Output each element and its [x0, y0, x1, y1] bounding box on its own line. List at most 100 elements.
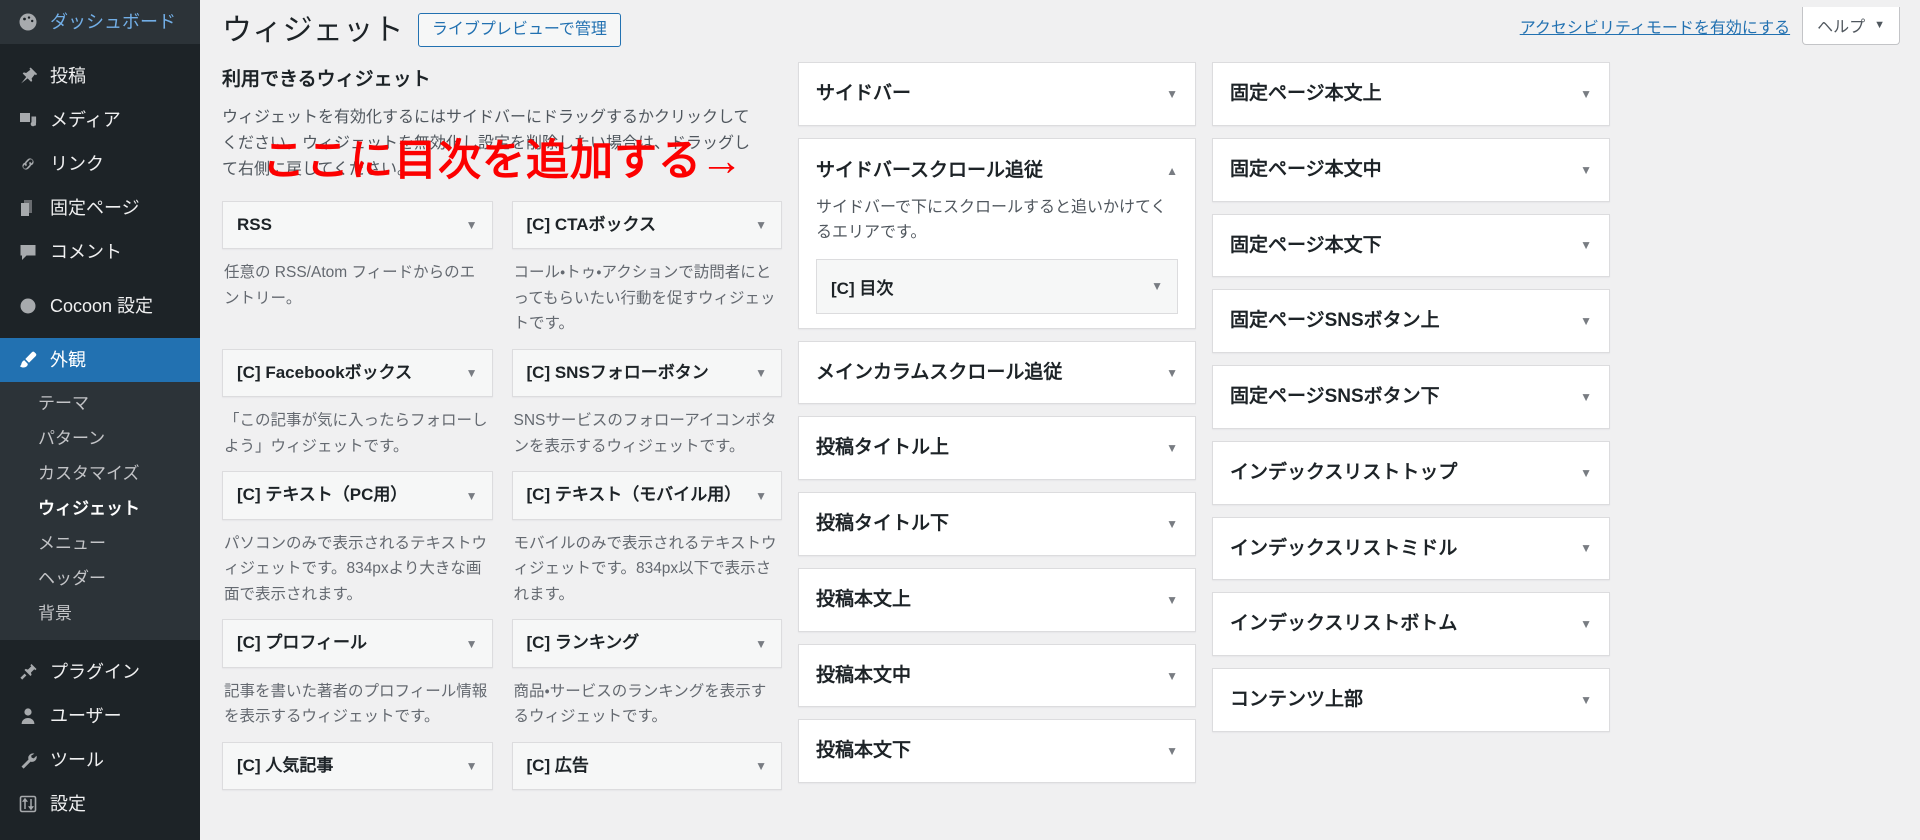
chevron-down-icon[interactable]: ▼	[1580, 239, 1592, 251]
submenu-item-3[interactable]: カスタマイズ	[0, 457, 200, 492]
chevron-down-icon[interactable]: ▼	[1580, 391, 1592, 403]
widget-area-right-panel-header[interactable]: インデックスリストトップ ▼	[1213, 442, 1609, 504]
menu-label: Cocoon 設定	[50, 296, 154, 316]
widget-description: 記事を書いた著者のプロフィール情報を表示するウィジェットです。	[224, 682, 488, 726]
available-widget-cell: [C] 人気記事 ▼	[222, 741, 493, 791]
widget-description: モバイルのみで表示されるテキストウィジェットです。834px以下で表示されます。	[513, 534, 777, 603]
submenu-item-1[interactable]: テーマ	[0, 387, 200, 422]
chevron-down-icon[interactable]: ▼	[466, 759, 478, 773]
chevron-down-icon[interactable]: ▼	[1166, 367, 1178, 379]
widget-area-middle-panel-header[interactable]: メインカラムスクロール追従 ▼	[799, 342, 1195, 404]
help-toggle-button[interactable]: ヘルプ ▼	[1802, 7, 1900, 45]
sidebar-item-bottom-1[interactable]: プラグイン	[0, 650, 200, 694]
widget-area-middle-panel-header[interactable]: 投稿タイトル上 ▼	[799, 417, 1195, 479]
available-widget-7[interactable]: [C] プロフィール ▼	[222, 619, 493, 668]
chevron-down-icon[interactable]: ▼	[1166, 594, 1178, 606]
available-widget-cell: [C] テキスト（PC用） ▼ パソコンのみで表示されるテキストウィジェットです。8…	[222, 471, 493, 611]
widget-area-right-panel-header[interactable]: 固定ページ本文上 ▼	[1213, 63, 1609, 125]
chevron-down-icon[interactable]: ▼	[755, 637, 767, 651]
widget-area-right-panel-header[interactable]: 固定ページSNSボタン上 ▼	[1213, 290, 1609, 352]
manage-with-live-preview-button[interactable]: ライブプレビューで管理	[417, 12, 621, 48]
widget-area-right-panel-header[interactable]: インデックスリストミドル ▼	[1213, 518, 1609, 580]
chevron-down-icon[interactable]: ▼	[1580, 694, 1592, 706]
sidebar-item-7[interactable]: Cocoon 設定	[0, 284, 200, 328]
sidebar-item-appearance[interactable]: 外観	[0, 338, 208, 382]
chevron-down-icon[interactable]: ▼	[1151, 280, 1163, 292]
widget-area-title: 投稿本文上	[816, 588, 912, 610]
plugin-icon	[14, 658, 42, 686]
chevron-down-icon[interactable]: ▼	[1166, 745, 1178, 757]
widget-description: 任意の RSS/Atom フィードからのエントリー。	[224, 264, 476, 307]
chevron-up-icon[interactable]: ▲	[1166, 165, 1178, 177]
available-widget-3[interactable]: [C] Facebookボックス ▼	[222, 348, 493, 398]
chevron-down-icon[interactable]: ▼	[1166, 88, 1178, 100]
sidebar-item-bottom-3[interactable]: ツール	[0, 738, 200, 782]
chevron-down-icon[interactable]: ▼	[466, 218, 478, 232]
chevron-down-icon[interactable]: ▼	[466, 637, 478, 651]
submenu-item-2[interactable]: パターン	[0, 422, 200, 457]
chevron-down-icon[interactable]: ▼	[1580, 164, 1592, 176]
available-widget-4[interactable]: [C] SNSフォローボタン ▼	[511, 348, 782, 398]
available-widget-5[interactable]: [C] テキスト（PC用） ▼	[222, 471, 493, 520]
widget-area-right-panel-header[interactable]: 固定ページ本文中 ▼	[1213, 139, 1609, 201]
chevron-down-icon[interactable]: ▼	[1166, 518, 1178, 530]
widget-area-middle-panel-header[interactable]: 投稿本文上 ▼	[799, 569, 1195, 631]
chevron-down-icon[interactable]: ▼	[1580, 467, 1592, 479]
sidebar-item-5[interactable]: 固定ページ	[0, 186, 200, 230]
widget-area-right-panel-2: 固定ページ本文中 ▼	[1212, 137, 1610, 202]
widget-area-middle-panel-header[interactable]: サイドバー ▼	[799, 63, 1195, 125]
available-widget-9[interactable]: [C] 人気記事 ▼	[222, 741, 493, 791]
menu-label: ユーザー	[50, 705, 122, 726]
menu-label: 設定	[50, 793, 86, 814]
available-widget-1[interactable]: RSS ▼	[222, 200, 493, 250]
chevron-down-icon[interactable]: ▼	[1580, 542, 1592, 554]
chevron-down-icon[interactable]: ▼	[466, 489, 478, 503]
sidebar-item-bottom-4[interactable]: 設定	[0, 782, 200, 826]
sidebar-item-1[interactable]: ダッシュボード	[0, 0, 200, 44]
chevron-down-icon[interactable]: ▼	[755, 366, 767, 380]
chevron-down-icon[interactable]: ▼	[755, 218, 767, 232]
widget-description: 「この記事が気に入ったらフォローしよう」ウィジェットです。	[224, 412, 488, 455]
menu-separator	[0, 274, 200, 284]
widget-description: コール・トゥ・アクションで訪問者にとってもらいたい行動を促すウィジェットです。	[513, 264, 776, 333]
assigned-widget-1[interactable]: [C] 目次 ▼	[816, 258, 1178, 314]
chevron-down-icon[interactable]: ▼	[1166, 442, 1178, 454]
chevron-down-icon[interactable]: ▼	[755, 489, 767, 503]
chevron-down-icon[interactable]: ▼	[466, 366, 478, 380]
accessibility-mode-link[interactable]: アクセシビリティモードを有効にする	[1520, 14, 1790, 38]
sidebar-item-6[interactable]: コメント	[0, 230, 200, 274]
widget-area-middle-panel-header[interactable]: 投稿タイトル下 ▼	[799, 493, 1195, 555]
submenu-item-5[interactable]: メニュー	[0, 527, 200, 562]
widget-area-right-panel-header[interactable]: コンテンツ上部 ▼	[1213, 669, 1609, 731]
available-widget-10[interactable]: [C] 広告 ▼	[511, 741, 782, 791]
chevron-down-icon[interactable]: ▼	[1580, 618, 1592, 630]
help-label: ヘルプ	[1817, 19, 1866, 36]
submenu-item-7[interactable]: 背景	[0, 597, 200, 632]
widget-area-right-panel-header[interactable]: インデックスリストボトム ▼	[1213, 593, 1609, 655]
sidebar-item-3[interactable]: メディア	[0, 98, 200, 142]
widget-title: [C] テキスト（PC用）	[237, 485, 408, 505]
dashboard-icon	[14, 8, 42, 36]
chevron-down-icon[interactable]: ▼	[755, 759, 767, 773]
sidebar-item-bottom-2[interactable]: ユーザー	[0, 694, 200, 738]
chevron-down-icon[interactable]: ▼	[1580, 315, 1592, 327]
widget-area-middle-panel-header[interactable]: 投稿本文下 ▼	[799, 720, 1195, 782]
widget-title: [C] 目次	[831, 278, 894, 298]
chevron-down-icon[interactable]: ▼	[1580, 88, 1592, 100]
chevron-down-icon[interactable]: ▼	[1166, 670, 1178, 682]
submenu-item-6[interactable]: ヘッダー	[0, 562, 200, 597]
menu-label: 固定ページ	[50, 198, 140, 218]
sidebar-item-4[interactable]: リンク	[0, 142, 200, 186]
widget-area-middle-panel-header[interactable]: サイドバースクロール追従 ▲	[799, 139, 1195, 203]
available-widget-6[interactable]: [C] テキスト（モバイル用） ▼	[511, 471, 782, 520]
submenu-item-4[interactable]: ウィジェット	[0, 492, 200, 527]
widget-area-right-panel-header[interactable]: 固定ページSNSボタン下 ▼	[1213, 366, 1609, 428]
widget-title: [C] CTAボックス	[526, 214, 657, 234]
available-widget-8[interactable]: [C] ランキング ▼	[511, 619, 782, 668]
available-widget-2[interactable]: [C] CTAボックス ▼	[511, 200, 782, 250]
widget-area-right-panel-header[interactable]: 固定ページ本文下 ▼	[1213, 215, 1609, 277]
widget-area-middle-panel-header[interactable]: 投稿本文中 ▼	[799, 645, 1195, 707]
widget-area-right-panel-4: 固定ページSNSボタン上 ▼	[1212, 289, 1610, 353]
sidebar-item-2[interactable]: 投稿	[0, 54, 200, 98]
main-content: アクセシビリティモードを有効にする ヘルプ ▼ ウィジェット ライブプレビューで…	[200, 0, 1920, 840]
